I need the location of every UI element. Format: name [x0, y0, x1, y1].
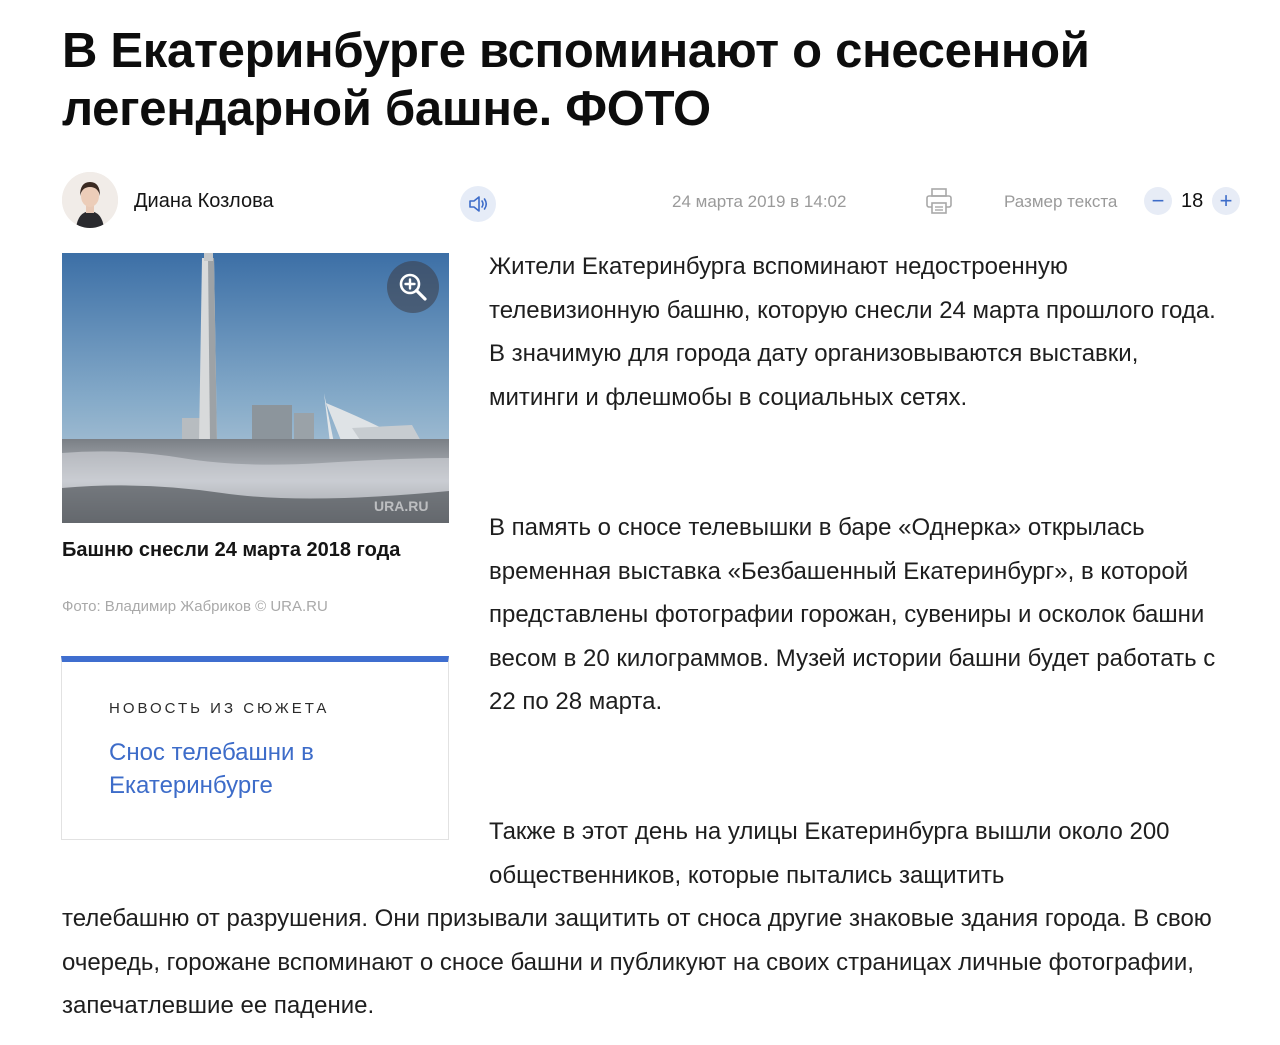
- body-paragraph-1: Жители Екатеринбурга вспоминают недостро…: [489, 253, 1216, 411]
- body-paragraph-2: В память о сносе телевышки в баре «Однер…: [489, 514, 1216, 715]
- publish-date: 24 марта 2019 в 14:02: [672, 192, 847, 211]
- text-size-value: 18: [1181, 190, 1204, 212]
- zoom-in-icon: [399, 273, 427, 301]
- story-kicker: НОВОСТЬ ИЗ СЮЖЕТА: [109, 700, 330, 717]
- article-meta: Диана Козлова 24 марта 2019 в 14:02 Разм…: [62, 170, 1242, 232]
- related-story-box: НОВОСТЬ ИЗ СЮЖЕТА Снос телебашни в Екате…: [61, 656, 449, 840]
- text-size-increase-button[interactable]: +: [1212, 187, 1240, 215]
- listen-button[interactable]: [460, 186, 496, 222]
- text-size-label: Размер текста: [1004, 192, 1118, 211]
- article-title: В Екатеринбурге вспоминают о снесенной л…: [62, 24, 1090, 136]
- photo-caption: Башню снесли 24 марта 2018 года: [62, 539, 401, 561]
- printer-icon[interactable]: [924, 186, 954, 216]
- body-paragraph-3-continued: телебашню от разрушения. Они призывали з…: [62, 905, 1212, 1019]
- photo-watermark: URA.RU: [374, 498, 428, 514]
- photo-credit: Фото: Владимир Жабриков © URA.RU: [62, 598, 328, 615]
- article-photo[interactable]: URA.RU: [62, 253, 449, 523]
- photo-zoom-button[interactable]: [387, 261, 439, 313]
- speaker-icon: [469, 196, 488, 212]
- story-link[interactable]: Снос телебашни в Екатеринбурге: [109, 736, 409, 802]
- author-avatar[interactable]: [62, 172, 118, 228]
- body-paragraph-3-start: Также в этот день на улицы Екатеринбурга…: [489, 818, 1170, 889]
- text-size-decrease-button[interactable]: −: [1144, 187, 1172, 215]
- author-name[interactable]: Диана Козлова: [134, 190, 274, 213]
